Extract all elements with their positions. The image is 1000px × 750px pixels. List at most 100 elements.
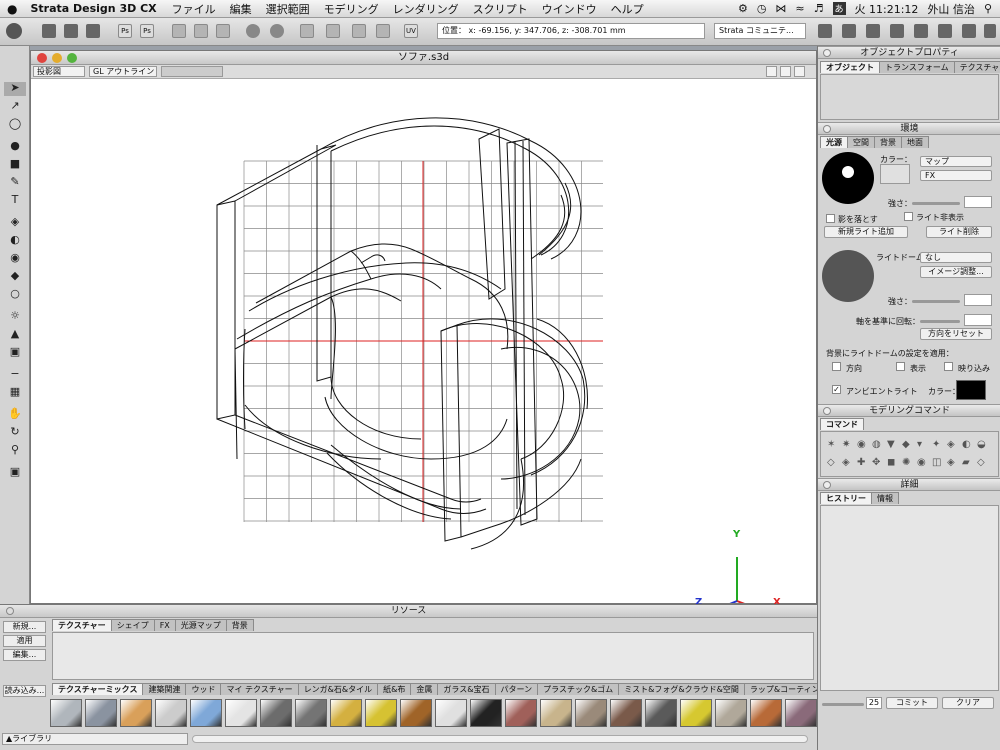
photoshop-import-icon[interactable]: Ps bbox=[140, 24, 154, 38]
fx-select[interactable]: FX bbox=[920, 170, 992, 181]
hand-tool-icon[interactable]: ✋ bbox=[8, 408, 22, 420]
lasso-tool-icon[interactable]: ◯ bbox=[8, 118, 22, 130]
ball-icon[interactable] bbox=[866, 24, 880, 38]
reset-direction-button[interactable]: 方向をリセット bbox=[920, 328, 992, 340]
texture-swatch[interactable] bbox=[155, 699, 187, 727]
display-checkbox[interactable] bbox=[896, 362, 905, 371]
texture-swatch[interactable] bbox=[750, 699, 782, 727]
app-menu[interactable]: Strata Design 3D CX bbox=[24, 2, 164, 15]
cube-icon[interactable] bbox=[984, 24, 996, 38]
volume-icon[interactable]: ♬ bbox=[814, 2, 824, 15]
cat-my-textures[interactable]: マイ テクスチャー bbox=[220, 683, 299, 695]
import-resource-button[interactable]: 読み込み... bbox=[3, 685, 46, 697]
menu-modeling[interactable]: モデリング bbox=[317, 1, 386, 17]
frame-icon[interactable] bbox=[300, 24, 314, 38]
texture-swatch[interactable] bbox=[120, 699, 152, 727]
lathe-tool-icon[interactable]: ◐ bbox=[8, 234, 22, 246]
modeling-command-icon[interactable]: ✚ bbox=[857, 458, 868, 468]
modeling-command-icon[interactable]: ✥ bbox=[872, 458, 883, 468]
texture-swatch[interactable] bbox=[575, 699, 607, 727]
modeling-command-icon[interactable]: ◈ bbox=[842, 458, 853, 468]
open-folder-icon[interactable] bbox=[64, 24, 78, 38]
modeling-command-icon[interactable]: ◉ bbox=[917, 458, 928, 468]
paste-icon[interactable] bbox=[216, 24, 230, 38]
resources-close-button[interactable] bbox=[6, 607, 14, 615]
light-direction-ball[interactable] bbox=[822, 152, 874, 204]
modeling-command-icon[interactable]: ◇ bbox=[827, 458, 838, 468]
render-area-tool-icon[interactable]: ▣ bbox=[8, 466, 22, 478]
new-resource-button[interactable]: 新規... bbox=[3, 621, 46, 633]
menu-selection[interactable]: 選択範囲 bbox=[259, 1, 317, 17]
tab-light-maps[interactable]: 光源マップ bbox=[174, 619, 227, 631]
copy-icon[interactable] bbox=[194, 24, 208, 38]
delete-light-button[interactable]: ライト削除 bbox=[926, 226, 992, 238]
3d-viewport[interactable]: Y X Z bbox=[31, 79, 816, 616]
light-handle[interactable] bbox=[842, 166, 854, 178]
cat-plastic-rubber[interactable]: プラスチック&ゴム bbox=[537, 683, 620, 695]
grid-tool-icon[interactable]: ▦ bbox=[8, 386, 22, 398]
modeling-command-icon[interactable]: ◍ bbox=[872, 440, 883, 450]
grid-view-icon[interactable] bbox=[780, 66, 791, 77]
redo-icon[interactable] bbox=[270, 24, 284, 38]
texture-swatch[interactable] bbox=[295, 699, 327, 727]
texture-swatch[interactable] bbox=[400, 699, 432, 727]
strength-input[interactable] bbox=[964, 196, 992, 208]
bluetooth-icon[interactable]: ⋈ bbox=[775, 2, 786, 15]
menu-file[interactable]: ファイル bbox=[165, 1, 223, 17]
texture-swatch[interactable] bbox=[715, 699, 747, 727]
cat-brick-stone-tile[interactable]: レンガ&石&タイル bbox=[297, 683, 379, 695]
view-zoom-slider[interactable] bbox=[161, 66, 223, 77]
community-dropdown[interactable]: Strata コミュニテ... bbox=[714, 23, 806, 39]
history-count-input[interactable]: 25 bbox=[866, 697, 882, 709]
sun-icon[interactable] bbox=[890, 24, 904, 38]
zoom-tool-icon[interactable]: ⚲ bbox=[8, 444, 22, 456]
rotate-axis-slider[interactable] bbox=[920, 320, 960, 323]
dome-strength-slider[interactable] bbox=[912, 300, 960, 303]
skin-tool-icon[interactable]: ◆ bbox=[8, 270, 22, 282]
modeling-command-icon[interactable]: ◫ bbox=[932, 458, 943, 468]
sphere-tool-icon[interactable]: ● bbox=[8, 140, 22, 152]
tab-object[interactable]: オブジェクト bbox=[820, 61, 880, 73]
text-tool-icon[interactable]: T bbox=[8, 194, 22, 206]
texture-swatch[interactable] bbox=[85, 699, 117, 727]
environment-close[interactable] bbox=[823, 125, 831, 133]
light-dome-select[interactable]: なし bbox=[920, 252, 992, 263]
input-mode[interactable]: あ bbox=[832, 2, 846, 15]
hide-light-checkbox[interactable] bbox=[904, 212, 913, 221]
texture-swatch[interactable] bbox=[435, 699, 467, 727]
modeling-command-icon[interactable]: ◉ bbox=[857, 440, 868, 450]
modeling-command-icon[interactable]: ✦ bbox=[932, 440, 943, 450]
cat-mist-fog-cloud[interactable]: ミスト&フォグ&クラウド&空間 bbox=[618, 683, 745, 695]
menu-script[interactable]: スクリプト bbox=[466, 1, 535, 17]
details-close[interactable] bbox=[823, 481, 831, 489]
texture-swatch[interactable] bbox=[505, 699, 537, 727]
history-slider[interactable] bbox=[822, 703, 864, 706]
tab-texture[interactable]: テクスチャー bbox=[953, 61, 1000, 73]
photoshop-export-icon[interactable]: Ps bbox=[118, 24, 132, 38]
orbit-tool-icon[interactable]: ↻ bbox=[8, 426, 22, 438]
ambient-color-swatch[interactable] bbox=[956, 380, 986, 400]
split-view-icon[interactable] bbox=[794, 66, 805, 77]
modeling-command-icon[interactable]: ✷ bbox=[842, 440, 853, 450]
cube-tool-icon[interactable]: ■ bbox=[8, 158, 22, 170]
pen-tool-icon[interactable]: ✎ bbox=[8, 176, 22, 188]
apple-menu-icon[interactable]: ● bbox=[0, 2, 24, 16]
render-mode-select[interactable]: GL アウトライン bbox=[89, 66, 157, 77]
modeling-command-icon[interactable]: ◐ bbox=[962, 440, 973, 450]
undo-icon[interactable] bbox=[246, 24, 260, 38]
cut-icon[interactable] bbox=[172, 24, 186, 38]
reflection-checkbox[interactable] bbox=[944, 362, 953, 371]
map-select[interactable]: マップ bbox=[920, 156, 992, 167]
apply-resource-button[interactable]: 適用 bbox=[3, 635, 46, 647]
clock[interactable]: 火 11:21:12 bbox=[855, 1, 919, 17]
strength-slider[interactable] bbox=[912, 202, 960, 205]
align-icon[interactable] bbox=[326, 24, 340, 38]
menu-rendering[interactable]: レンダリング bbox=[386, 1, 466, 17]
texture-swatch[interactable] bbox=[785, 699, 817, 727]
bulb-icon[interactable] bbox=[842, 24, 856, 38]
texture-swatch[interactable] bbox=[540, 699, 572, 727]
tab-shapes[interactable]: シェイプ bbox=[110, 619, 155, 631]
tab-light[interactable]: 光源 bbox=[820, 136, 848, 148]
spotlight-search-icon[interactable]: ⚲ bbox=[984, 2, 992, 15]
uv-edit-icon[interactable]: UV bbox=[404, 24, 418, 38]
